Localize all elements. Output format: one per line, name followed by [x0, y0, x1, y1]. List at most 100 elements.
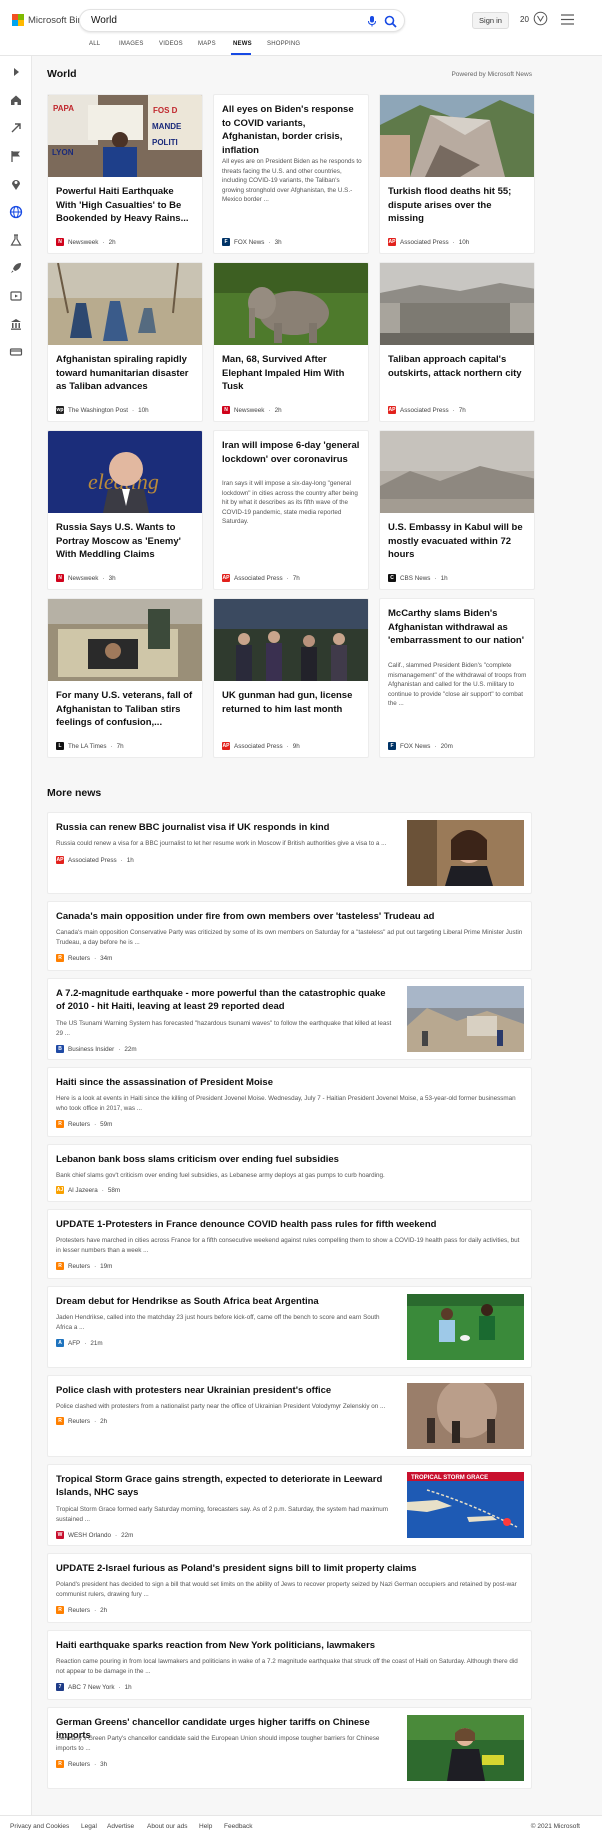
card-source[interactable]: F FOX News · 20m: [388, 742, 453, 750]
entertainment-icon[interactable]: [9, 289, 23, 303]
footer-link-privacy[interactable]: Privacy and Cookies: [10, 1823, 69, 1830]
card-title[interactable]: Taliban approach capital's outskirts, at…: [388, 353, 528, 380]
home-icon[interactable]: [9, 93, 23, 107]
news-list-item[interactable]: UPDATE 2-Israel furious as Poland's pres…: [47, 1553, 532, 1623]
list-source[interactable]: R Reuters · 2h: [56, 1417, 107, 1425]
card-source[interactable]: L The LA Times · 7h: [56, 742, 124, 750]
microphone-icon[interactable]: [366, 15, 378, 27]
trending-icon[interactable]: [9, 121, 23, 135]
card-source[interactable]: AP Associated Press · 7h: [388, 406, 466, 414]
list-source[interactable]: R Reuters · 59m: [56, 1120, 112, 1128]
news-card[interactable]: Taliban approach capital's outskirts, at…: [379, 262, 535, 422]
news-card[interactable]: Afghanistan spiraling rapidly toward hum…: [47, 262, 203, 422]
list-source[interactable]: W WESH Orlando · 22m: [56, 1531, 133, 1539]
news-card[interactable]: For many U.S. veterans, fall of Afghanis…: [47, 598, 203, 758]
location-pin-icon[interactable]: [9, 177, 23, 191]
sign-in-button[interactable]: Sign in: [472, 12, 509, 29]
tab-news[interactable]: NEWS: [233, 41, 252, 47]
list-source[interactable]: B Business Insider · 22m: [56, 1045, 137, 1053]
news-list-item[interactable]: Canada's main opposition under fire from…: [47, 901, 532, 971]
card-title[interactable]: Turkish flood deaths hit 55; dispute ari…: [388, 185, 528, 225]
news-list-item[interactable]: A 7.2-magnitude earthquake - more powerf…: [47, 978, 532, 1060]
footer-link-help[interactable]: Help: [199, 1823, 212, 1830]
globe-icon[interactable]: [9, 205, 23, 219]
tab-maps[interactable]: MAPS: [198, 41, 216, 47]
news-card[interactable]: McCarthy slams Biden's Afghanistan withd…: [379, 598, 535, 758]
news-card[interactable]: PAPA FOS D MANDE POLITI LYON Powerful Ha…: [47, 94, 203, 254]
tab-shopping[interactable]: SHOPPING: [267, 41, 300, 47]
card-source[interactable]: wp The Washington Post · 10h: [56, 406, 149, 414]
news-card[interactable]: Iran will impose 6-day 'general lockdown…: [213, 430, 369, 590]
search-box[interactable]: [79, 9, 405, 32]
card-source[interactable]: AP Associated Press · 10h: [388, 238, 469, 246]
list-title[interactable]: Canada's main opposition under fire from…: [56, 910, 526, 923]
news-list-item[interactable]: UPDATE 1-Protesters in France denounce C…: [47, 1209, 532, 1279]
money-icon[interactable]: [9, 345, 23, 359]
card-source[interactable]: N Newsweek · 3h: [56, 574, 116, 582]
hamburger-menu-icon[interactable]: [561, 14, 574, 25]
news-card[interactable]: All eyes on Biden's response to COVID va…: [213, 94, 369, 254]
list-source[interactable]: AJ Al Jazeera · 58m: [56, 1186, 120, 1194]
footer-link-about-ads[interactable]: About our ads: [147, 1823, 187, 1830]
card-title[interactable]: UK gunman had gun, license returned to h…: [222, 689, 362, 716]
news-card[interactable]: Man, 68, Survived After Elephant Impaled…: [213, 262, 369, 422]
card-title[interactable]: U.S. Embassy in Kabul will be mostly eva…: [388, 521, 528, 561]
card-title[interactable]: All eyes on Biden's response to COVID va…: [222, 103, 362, 157]
bing-logo[interactable]: Microsoft Bing: [12, 14, 88, 26]
card-source[interactable]: F FOX News · 3h: [222, 238, 282, 246]
card-title[interactable]: Russia Says U.S. Wants to Portray Moscow…: [56, 521, 196, 561]
card-title[interactable]: McCarthy slams Biden's Afghanistan withd…: [388, 607, 528, 648]
list-title[interactable]: Tropical Storm Grace gains strength, exp…: [56, 1473, 396, 1499]
list-title[interactable]: Police clash with protesters near Ukrain…: [56, 1384, 396, 1397]
list-source[interactable]: A AFP · 21m: [56, 1339, 103, 1347]
footer-link-legal[interactable]: Legal: [81, 1823, 97, 1830]
news-card[interactable]: Turkish flood deaths hit 55; dispute ari…: [379, 94, 535, 254]
news-list-item[interactable]: Tropical Storm Grace gains strength, exp…: [47, 1464, 532, 1546]
card-source[interactable]: N Newsweek · 2h: [222, 406, 282, 414]
rewards-points[interactable]: 20: [520, 15, 529, 24]
tab-videos[interactable]: VIDEOS: [159, 41, 183, 47]
card-source[interactable]: N Newsweek · 2h: [56, 238, 116, 246]
list-title[interactable]: Dream debut for Hendrikse as South Afric…: [56, 1295, 396, 1308]
list-title[interactable]: Haiti since the assassination of Preside…: [56, 1076, 526, 1089]
card-source[interactable]: C CBS News · 1h: [388, 574, 448, 582]
news-list-item[interactable]: Haiti earthquake sparks reaction from Ne…: [47, 1630, 532, 1700]
flag-icon[interactable]: [9, 149, 23, 163]
list-title[interactable]: UPDATE 2-Israel furious as Poland's pres…: [56, 1562, 526, 1575]
tab-images[interactable]: IMAGES: [119, 41, 144, 47]
list-title[interactable]: UPDATE 1-Protesters in France denounce C…: [56, 1218, 526, 1231]
news-list-item[interactable]: Haiti since the assassination of Preside…: [47, 1067, 532, 1137]
card-title[interactable]: Man, 68, Survived After Elephant Impaled…: [222, 353, 362, 393]
list-source[interactable]: R Reuters · 34m: [56, 954, 112, 962]
news-card[interactable]: U.S. Embassy in Kabul will be mostly eva…: [379, 430, 535, 590]
news-list-item[interactable]: Lebanon bank boss slams criticism over e…: [47, 1144, 532, 1202]
list-source[interactable]: R Reuters · 2h: [56, 1606, 107, 1614]
news-list-item[interactable]: German Greens' chancellor candidate urge…: [47, 1707, 532, 1789]
footer-link-feedback[interactable]: Feedback: [224, 1823, 253, 1830]
list-title[interactable]: Russia can renew BBC journalist visa if …: [56, 821, 396, 834]
card-source[interactable]: AP Associated Press · 7h: [222, 574, 300, 582]
rocket-icon[interactable]: [9, 261, 23, 275]
news-list-item[interactable]: Police clash with protesters near Ukrain…: [47, 1375, 532, 1457]
news-list-item[interactable]: Dream debut for Hendrikse as South Afric…: [47, 1286, 532, 1368]
powered-by-label[interactable]: Powered by Microsoft News: [451, 71, 532, 78]
bank-icon[interactable]: [9, 317, 23, 331]
news-list-item[interactable]: Russia can renew BBC journalist visa if …: [47, 812, 532, 894]
list-source[interactable]: R Reuters · 3h: [56, 1760, 107, 1768]
card-title[interactable]: For many U.S. veterans, fall of Afghanis…: [56, 689, 196, 729]
card-title[interactable]: Afghanistan spiraling rapidly toward hum…: [56, 353, 196, 393]
news-card[interactable]: UK gunman had gun, license returned to h…: [213, 598, 369, 758]
list-source[interactable]: 7 ABC 7 New York · 1h: [56, 1683, 132, 1691]
news-card[interactable]: eleating Russia Says U.S. Wants to Portr…: [47, 430, 203, 590]
rewards-medal-icon[interactable]: [533, 11, 548, 26]
list-title[interactable]: Lebanon bank boss slams criticism over e…: [56, 1153, 526, 1166]
search-input[interactable]: [91, 15, 331, 26]
list-source[interactable]: AP Associated Press · 1h: [56, 856, 134, 864]
expand-arrow-icon[interactable]: [9, 65, 23, 79]
list-title[interactable]: A 7.2-magnitude earthquake - more powerf…: [56, 987, 396, 1013]
tab-all[interactable]: ALL: [89, 41, 100, 47]
footer-link-advertise[interactable]: Advertise: [107, 1823, 134, 1830]
card-title[interactable]: Powerful Haiti Earthquake With 'High Cas…: [56, 185, 196, 225]
science-icon[interactable]: [9, 233, 23, 247]
card-title[interactable]: Iran will impose 6-day 'general lockdown…: [222, 439, 362, 466]
